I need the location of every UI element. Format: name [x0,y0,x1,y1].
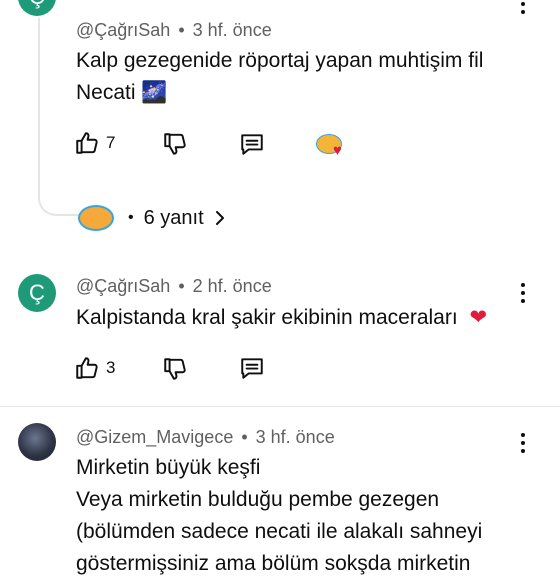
comment-text: Mirketin büyük keşfi Veya mirketin buldu… [76,456,483,575]
chevron-right-icon [215,211,224,225]
comment-divider [0,406,560,407]
comment-author[interactable]: @ÇağrıSah [76,20,170,40]
comment-text: Kalpistanda kral şakir ekibinin macerala… [76,306,488,329]
dislike-button[interactable] [162,131,188,162]
avatar-letter: Ç [29,280,45,305]
comment-author[interactable]: @Gizem_Mavigece [76,427,233,447]
like-button[interactable]: 7 [74,130,115,156]
avatar[interactable] [18,423,56,461]
comment-author[interactable]: @ÇağrıSah [76,276,170,296]
like-icon [76,357,98,379]
heart-emoji: ❤ [469,306,488,329]
avatar[interactable]: Ç [18,274,56,312]
creator-heart-badge: ♥ [316,132,350,160]
comment-time: 2 hf. önce [192,276,272,296]
like-count: 3 [106,358,116,377]
like-button[interactable]: 3 [74,355,115,381]
more-options-icon[interactable] [520,2,526,18]
avatar[interactable]: Ç [18,0,56,16]
comment-meta: @Gizem_Mavigece • 3 hf. önce [76,427,335,447]
reply-icon [241,358,263,379]
reply-icon [241,134,263,155]
reply-button[interactable] [238,355,266,386]
comment-time: 3 hf. önce [255,427,335,447]
comment-text: Kalp gezegenide röportaj yapan muhtişim … [76,49,484,104]
comment-time: 3 hf. önce [192,20,272,40]
dislike-button[interactable] [162,356,188,387]
separator-dot: • [128,209,134,226]
channel-logo-avatar [78,205,114,231]
replies-count: 6 yanıt [143,206,204,229]
thread-line [38,18,80,216]
avatar-letter: Ç [29,0,45,10]
comment-meta: @ÇağrıSah • 3 hf. önce [76,20,272,40]
like-icon [76,132,98,154]
galaxy-emoji: 🌌 [141,81,168,104]
like-count: 7 [106,133,116,152]
replies-toggle[interactable]: • 6 yanıt [78,203,228,233]
comment-meta: @ÇağrıSah • 2 hf. önce [76,276,272,296]
reply-button[interactable] [238,131,266,162]
dislike-icon [164,358,186,380]
creator-heart-icon: ♥ [333,142,342,159]
dislike-icon [164,133,186,155]
